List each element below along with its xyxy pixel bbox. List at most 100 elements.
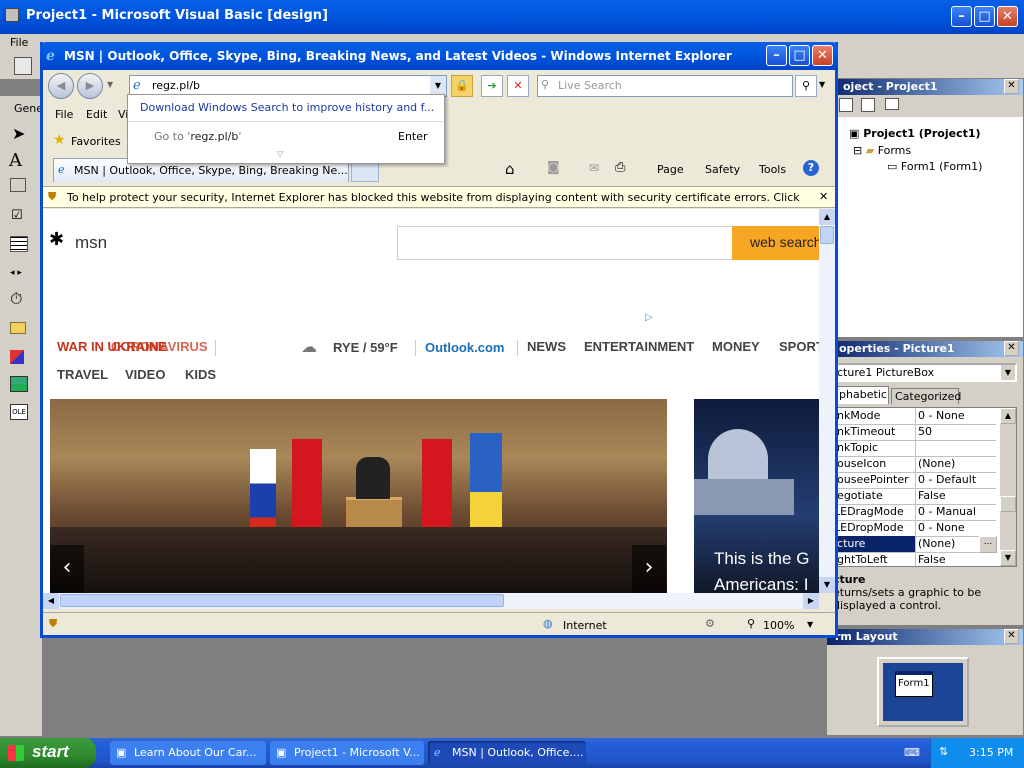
ellipsis-button[interactable]: ... — [979, 536, 997, 553]
info-bar-close-icon[interactable]: ✕ — [819, 190, 828, 203]
live-search-box[interactable]: ⚲ Live Search — [537, 75, 793, 97]
carousel-prev-button[interactable]: ‹ — [50, 545, 84, 593]
tools-menu[interactable]: Tools — [759, 163, 786, 176]
view-code-icon[interactable] — [839, 98, 853, 112]
page-menu[interactable]: Page — [657, 163, 684, 176]
msn-logo[interactable]: msn — [75, 233, 107, 253]
go-icon[interactable]: ➔ — [481, 75, 503, 97]
mail-icon[interactable]: ✉ — [589, 161, 599, 175]
prop-row[interactable]: inkTimeout 50 — [834, 424, 996, 441]
weather-link[interactable]: RYE / 59°F — [333, 340, 398, 355]
ie-close-button[interactable]: ✕ — [812, 45, 833, 66]
search-options-chevron-icon[interactable]: ▼ — [819, 80, 825, 89]
msn-search-input[interactable] — [397, 226, 733, 260]
autocomplete-goto[interactable]: Go to 'regz.pl/b' — [154, 130, 241, 143]
page-vertical-scrollbar[interactable]: ▲ ▼ — [819, 209, 835, 593]
nav-news[interactable]: NEWS — [527, 339, 566, 354]
info-bar[interactable]: ⛊ To help protect your security, Interne… — [43, 186, 835, 208]
prop-row[interactable]: LEDropMode 0 - None — [834, 520, 996, 537]
prop-row[interactable]: inkTopic — [834, 440, 996, 457]
taskbar-item-learn[interactable]: ▣ Learn About Our Car... — [110, 741, 266, 765]
prop-row[interactable]: ightToLeft False — [834, 552, 996, 566]
ie-maximize-button[interactable]: □ — [789, 45, 810, 66]
vb-menu-file[interactable]: File — [10, 36, 28, 49]
project-tree-form1[interactable]: ▭ Form1 (Form1) — [887, 160, 982, 173]
network-tray-icon[interactable]: ⇅ — [939, 745, 948, 758]
chevron-down-icon[interactable]: ▼ — [1001, 365, 1015, 380]
vb-add-project-icon[interactable] — [14, 57, 32, 75]
project-tree-forms[interactable]: ⊟ ▰ Forms — [853, 144, 911, 157]
favorites-star-icon[interactable]: ★ — [53, 132, 66, 148]
war-in-ukraine-link[interactable]: WAR IN UKRAINE CORONAVIRUS — [57, 339, 227, 359]
prop-row[interactable]: inkMode 0 - None — [834, 408, 996, 425]
nav-video[interactable]: VIDEO — [125, 367, 165, 382]
ie-menu-file[interactable]: File — [55, 108, 73, 121]
drive-tool-icon[interactable] — [10, 322, 26, 334]
scroll-up-icon[interactable]: ▲ — [1000, 408, 1016, 424]
keyboard-tray-icon[interactable]: ⌨ — [904, 746, 920, 759]
tab-alphabetic[interactable]: lphabetic — [833, 386, 889, 404]
home-icon[interactable]: ⌂ — [505, 160, 515, 178]
horizontal-scroll-thumb[interactable] — [60, 594, 504, 607]
hero-image[interactable]: ‹ › — [50, 399, 667, 593]
ad-choices-icon[interactable]: ▷ — [645, 312, 653, 323]
taskbar-item-ie[interactable]: ℯ MSN | Outlook, Office.... — [428, 741, 586, 765]
back-button[interactable]: ◀ — [48, 73, 74, 99]
page-horizontal-scrollbar[interactable]: ◀ ▶ — [43, 593, 819, 609]
listbox-tool-icon[interactable] — [10, 236, 28, 252]
collapse-icon[interactable]: ⊟ — [853, 144, 862, 157]
properties-scrollbar[interactable]: ▲ ▼ — [1000, 408, 1016, 566]
form-layout-close-icon[interactable]: ✕ — [1004, 629, 1019, 644]
project-tree-root[interactable]: ▣ Project1 (Project1) — [849, 127, 981, 140]
recent-pages-chevron-icon[interactable]: ▼ — [107, 80, 113, 89]
image-tool-icon[interactable] — [10, 376, 28, 392]
ie-minimize-button[interactable]: – — [766, 45, 787, 66]
feeds-icon[interactable]: ◙ — [547, 160, 560, 175]
help-icon[interactable]: ? — [803, 160, 819, 176]
side-story-card[interactable]: This is the G Americans: I — [694, 399, 819, 593]
address-input[interactable]: regz.pl/b — [152, 79, 200, 92]
protected-mode-icon[interactable]: ⚙ — [705, 617, 715, 630]
checkbox-tool-icon[interactable]: ☑ — [11, 208, 23, 223]
start-button[interactable]: start — [0, 738, 96, 768]
object-dropdown[interactable]: cture1 PictureBox ▼ — [833, 363, 1017, 382]
prop-row[interactable]: louseePointer 0 - Default — [834, 472, 996, 489]
prop-row[interactable]: legotiate False — [834, 488, 996, 505]
scroll-right-icon[interactable]: ▶ — [803, 593, 819, 609]
print-icon[interactable]: ⎙ — [615, 160, 625, 175]
zoom-icon[interactable]: ⚲ — [747, 617, 755, 630]
frame-tool-icon[interactable] — [10, 178, 26, 192]
vertical-scroll-thumb[interactable] — [820, 226, 834, 244]
vb-minimize-button[interactable]: – — [951, 6, 972, 27]
taskbar-item-vb[interactable]: ▣ Project1 - Microsoft V... — [270, 741, 424, 765]
autocomplete-expand-icon[interactable]: ▽ — [277, 149, 283, 158]
nav-travel[interactable]: TRAVEL — [57, 367, 108, 382]
autocomplete-suggestion[interactable]: Download Windows Search to improve histo… — [140, 101, 434, 114]
nav-entertainment[interactable]: ENTERTAINMENT — [584, 339, 694, 354]
nav-sport[interactable]: SPORT — [779, 339, 819, 354]
msn-butterfly-icon[interactable]: ✱ — [49, 229, 64, 250]
scroll-up-icon[interactable]: ▲ — [819, 209, 835, 225]
scroll-thumb[interactable] — [1000, 496, 1016, 512]
scroll-down-icon[interactable]: ▼ — [819, 577, 835, 593]
favorites-button[interactable]: Favorites — [71, 135, 121, 148]
shape-tool-icon[interactable] — [10, 350, 24, 364]
ie-menu-edit[interactable]: Edit — [86, 108, 107, 121]
timer-tool-icon[interactable]: ⏱ — [10, 289, 22, 309]
outlook-link[interactable]: Outlook.com — [425, 340, 504, 355]
project-panel-close-icon[interactable]: ✕ — [1004, 79, 1019, 94]
zoom-chevron-icon[interactable]: ▼ — [807, 620, 813, 629]
scroll-down-icon[interactable]: ▼ — [1000, 550, 1016, 566]
ole-tool-icon[interactable]: OLE — [10, 404, 28, 420]
label-tool-icon[interactable]: A — [9, 150, 22, 171]
form1-preview[interactable]: Form1 — [895, 671, 933, 697]
address-dropdown-icon[interactable]: ▼ — [430, 76, 446, 96]
safety-menu[interactable]: Safety — [705, 163, 740, 176]
view-object-icon[interactable] — [861, 98, 875, 112]
scroll-tool-icon[interactable]: ◂ ▸ — [10, 268, 22, 278]
search-go-icon[interactable]: ⚲ — [795, 75, 817, 97]
vb-maximize-button[interactable]: □ — [974, 6, 995, 27]
scroll-left-icon[interactable]: ◀ — [43, 593, 59, 609]
web-search-button[interactable]: web search — [732, 226, 819, 260]
nav-money[interactable]: MONEY — [712, 339, 760, 354]
